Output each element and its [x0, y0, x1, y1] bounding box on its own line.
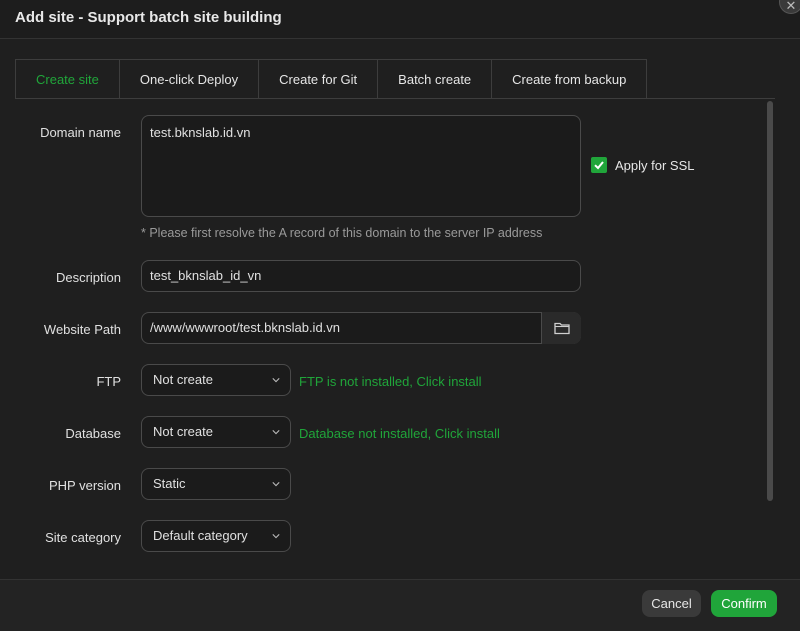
- description-label: Description: [55, 270, 121, 285]
- chevron-down-icon: [272, 378, 280, 383]
- dialog-titlebar: Add site - Support batch site building: [0, 0, 800, 39]
- description-input[interactable]: test_bknslab_id_vn: [141, 260, 581, 292]
- tab-one-click-deploy[interactable]: One-click Deploy: [119, 59, 260, 99]
- database-selected-value: Not create: [153, 424, 213, 439]
- site-category-selected-value: Default category: [153, 528, 248, 543]
- ftp-install-link[interactable]: FTP is not installed, Click install: [299, 374, 482, 389]
- browse-folder-button[interactable]: [541, 312, 581, 344]
- apply-ssl-checkbox[interactable]: Apply for SSL: [591, 157, 695, 173]
- cancel-button[interactable]: Cancel: [642, 590, 701, 617]
- ftp-selected-value: Not create: [153, 372, 213, 387]
- tab-batch-create[interactable]: Batch create: [378, 59, 493, 99]
- php-version-select[interactable]: Static: [141, 468, 291, 500]
- tab-create-from-backup[interactable]: Create from backup: [492, 59, 648, 99]
- database-install-link[interactable]: Database not installed, Click install: [299, 426, 500, 441]
- ftp-select[interactable]: Not create: [141, 364, 291, 396]
- domain-hint: * Please first resolve the A record of t…: [141, 226, 543, 240]
- php-version-selected-value: Static: [153, 476, 186, 491]
- tab-divider: [15, 98, 775, 99]
- ftp-label: FTP: [96, 374, 121, 389]
- site-category-select[interactable]: Default category: [141, 520, 291, 552]
- folder-icon: [553, 322, 570, 335]
- tab-create-site[interactable]: Create site: [15, 59, 120, 99]
- site-category-label: Site category: [45, 530, 121, 545]
- php-version-label: PHP version: [48, 478, 121, 493]
- dialog-title: Add site - Support batch site building: [15, 9, 282, 26]
- chevron-down-icon: [272, 430, 280, 435]
- close-icon: ✕: [785, 0, 797, 13]
- apply-ssl-label: Apply for SSL: [615, 157, 695, 173]
- database-label: Database: [65, 426, 121, 441]
- domain-name-label: Domain name: [40, 125, 121, 140]
- chevron-down-icon: [272, 482, 280, 487]
- scrollbar-thumb[interactable]: [767, 101, 773, 501]
- checkbox-checked-icon: [591, 157, 607, 173]
- tab-create-for-git[interactable]: Create for Git: [259, 59, 379, 99]
- confirm-button[interactable]: Confirm: [711, 590, 777, 617]
- add-site-dialog: Add site - Support batch site building ✕…: [0, 0, 800, 631]
- chevron-down-icon: [272, 534, 280, 539]
- tab-bar: Create site One-click Deploy Create for …: [15, 59, 648, 99]
- domain-name-textarea[interactable]: test.bknslab.id.vn: [141, 115, 581, 217]
- website-path-label: Website Path: [43, 322, 121, 337]
- website-path-input[interactable]: /www/wwwroot/test.bknslab.id.vn: [141, 312, 581, 344]
- database-select[interactable]: Not create: [141, 416, 291, 448]
